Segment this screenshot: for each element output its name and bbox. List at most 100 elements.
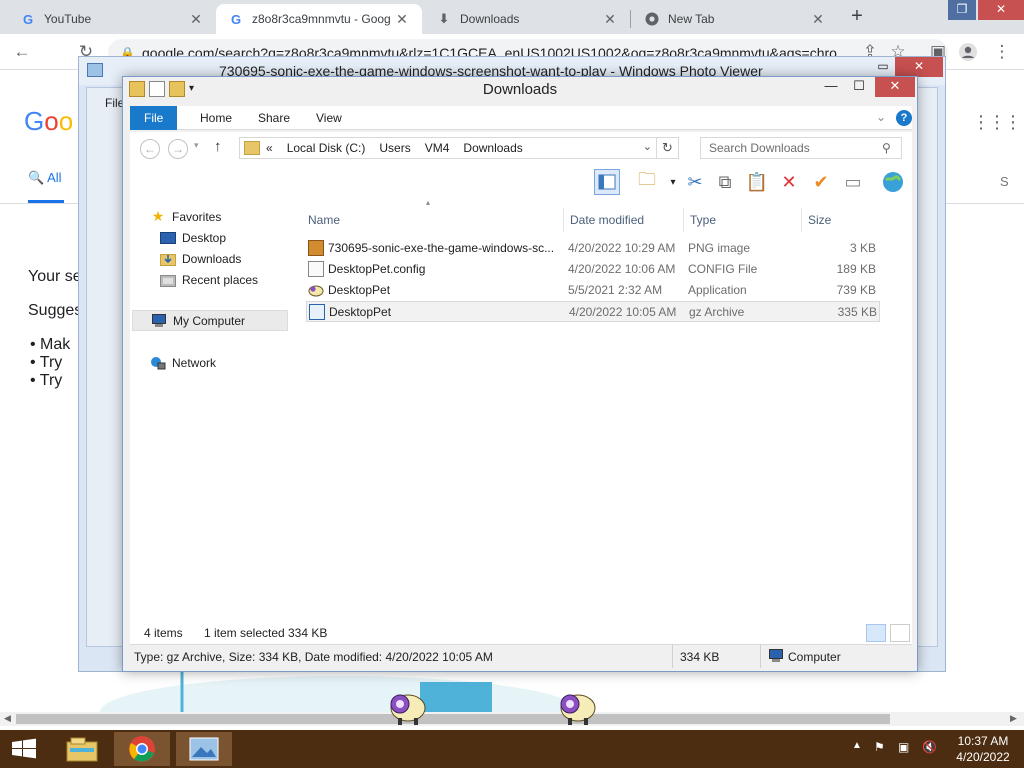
file-name: DesktopPet bbox=[329, 305, 392, 319]
paste-icon[interactable]: 📋 bbox=[744, 169, 770, 195]
bullet-text: Try bbox=[39, 354, 63, 371]
rename-icon[interactable]: ▭ bbox=[840, 169, 866, 195]
photo-viewer-close-button[interactable]: ✕ bbox=[895, 57, 943, 77]
recent-places-icon bbox=[160, 273, 176, 287]
back-arrow-icon[interactable]: ← bbox=[140, 139, 160, 159]
computer-icon bbox=[151, 313, 167, 328]
action-center-flag-icon[interactable]: ⚑ bbox=[874, 740, 885, 754]
nav-network[interactable]: Network bbox=[150, 352, 320, 373]
bullet-text: Mak bbox=[40, 336, 71, 353]
profile-icon[interactable] bbox=[958, 42, 978, 62]
help-icon[interactable]: ? bbox=[896, 110, 912, 126]
clock-date: 4/20/2022 bbox=[956, 750, 1010, 764]
nav-my-computer[interactable]: My Computer bbox=[132, 310, 288, 331]
chevron-down-icon[interactable]: ⌄ bbox=[643, 140, 652, 153]
page-illustration bbox=[100, 672, 580, 712]
taskbar-clock[interactable]: 10:37 AM 4/20/2022 bbox=[948, 733, 1018, 765]
checkmark-icon[interactable]: ✔ bbox=[808, 169, 834, 195]
refresh-icon[interactable]: ↻ bbox=[656, 138, 678, 158]
column-header-size[interactable]: Size bbox=[802, 208, 880, 232]
breadcrumb-overflow[interactable]: « bbox=[266, 141, 273, 155]
divider bbox=[672, 644, 673, 668]
file-row[interactable]: 730695-sonic-exe-the-game-windows-sc... … bbox=[306, 238, 880, 259]
sheep-pet-icon[interactable] bbox=[556, 688, 596, 726]
scrollbar-thumb[interactable] bbox=[16, 714, 890, 724]
scroll-right-icon[interactable]: ▶ bbox=[1010, 713, 1017, 724]
up-arrow-icon[interactable]: ↑ bbox=[214, 138, 222, 155]
divider bbox=[760, 644, 761, 668]
recent-locations-icon[interactable]: ▾ bbox=[194, 140, 199, 151]
delete-icon[interactable]: ✕ bbox=[776, 169, 802, 195]
new-tab-button[interactable]: + bbox=[846, 6, 868, 28]
search-input[interactable] bbox=[700, 137, 902, 159]
taskbar: ▲ ⚑ ▣ 🔇 10:37 AM 4/20/2022 bbox=[0, 730, 1024, 768]
volume-muted-icon[interactable]: 🔇 bbox=[922, 740, 937, 754]
tab-search[interactable]: G z8o8r3ca9mnmvtu - Goog ✕ bbox=[216, 4, 422, 34]
file-date: 5/5/2021 2:32 AM bbox=[568, 283, 663, 297]
properties-icon[interactable]: 🗀 bbox=[634, 169, 660, 195]
file-type: PNG image bbox=[688, 241, 751, 255]
tab-youtube[interactable]: G YouTube ✕ bbox=[8, 4, 216, 34]
maximize-icon[interactable]: ☐ bbox=[845, 77, 873, 97]
preview-pane-icon[interactable] bbox=[594, 169, 620, 195]
photo-viewer-taskbar-icon[interactable] bbox=[176, 732, 232, 766]
nav-favorites[interactable]: ★ Favorites bbox=[150, 206, 320, 227]
downloads-folder-icon bbox=[160, 252, 176, 266]
file-date: 4/20/2022 10:06 AM bbox=[568, 262, 676, 276]
restore-icon[interactable]: ❐ bbox=[948, 0, 976, 20]
search-icon: 🔍 bbox=[28, 170, 45, 185]
tab-share[interactable]: Share bbox=[244, 106, 304, 130]
horizontal-scrollbar[interactable]: ◀ ▶ bbox=[0, 712, 1024, 726]
tab-home[interactable]: Home bbox=[186, 106, 246, 130]
start-button[interactable] bbox=[0, 732, 48, 766]
close-icon[interactable]: ✕ bbox=[188, 11, 204, 28]
file-row[interactable]: DesktopPet 5/5/2021 2:32 AM Application … bbox=[306, 280, 880, 301]
forward-arrow-icon[interactable]: → bbox=[168, 139, 188, 159]
copy-icon[interactable]: ⧉ bbox=[712, 169, 738, 195]
back-arrow-icon[interactable]: ← bbox=[12, 42, 32, 62]
your-search-text: Your se bbox=[28, 268, 82, 285]
nav-label: Downloads bbox=[182, 251, 242, 266]
photo-viewer-app-icon bbox=[87, 63, 103, 77]
search-tab-all[interactable]: 🔍 All bbox=[28, 170, 62, 186]
minimize-icon[interactable]: — bbox=[817, 77, 845, 97]
item-count: 4 items bbox=[144, 626, 183, 640]
minimize-icon[interactable]: ▭ bbox=[869, 57, 897, 77]
close-window-button[interactable]: ✕ bbox=[978, 0, 1024, 20]
column-header-date[interactable]: Date modified bbox=[564, 208, 684, 232]
file-explorer-taskbar-icon[interactable] bbox=[54, 732, 110, 766]
globe-icon[interactable] bbox=[880, 169, 906, 195]
breadcrumb-local-disk[interactable]: Local Disk (C:) bbox=[287, 141, 366, 155]
expand-ribbon-icon[interactable]: ⌄ bbox=[876, 110, 886, 124]
breadcrumb-users[interactable]: Users bbox=[379, 141, 410, 155]
network-icon bbox=[150, 356, 166, 370]
tab-file[interactable]: File bbox=[130, 106, 178, 130]
address-bar[interactable]: « Local Disk (C:) Users VM4 Downloads ⌄ … bbox=[239, 137, 679, 159]
tab-label: YouTube bbox=[44, 12, 92, 26]
tab-new-tab[interactable]: New Tab ✕ bbox=[632, 4, 838, 34]
sheep-pet-icon[interactable] bbox=[386, 688, 426, 726]
tab-downloads[interactable]: ⬇ Downloads ✕ bbox=[424, 4, 630, 34]
details-view-icon[interactable] bbox=[866, 624, 886, 642]
cut-icon[interactable]: ✂ bbox=[682, 169, 708, 195]
network-status-icon[interactable]: ▣ bbox=[898, 740, 909, 754]
show-hidden-icons-icon[interactable]: ▲ bbox=[852, 740, 862, 751]
sheep-app-icon bbox=[308, 282, 324, 298]
large-icons-view-icon[interactable] bbox=[890, 624, 910, 642]
breadcrumb-vm4[interactable]: VM4 bbox=[425, 141, 450, 155]
breadcrumb-downloads[interactable]: Downloads bbox=[463, 141, 522, 155]
scroll-left-icon[interactable]: ◀ bbox=[4, 713, 11, 724]
apps-grid-icon[interactable]: ⋮⋮⋮ bbox=[972, 112, 1022, 133]
status-bar: 4 items 1 item selected 334 KB bbox=[130, 622, 912, 644]
tab-view[interactable]: View bbox=[302, 106, 356, 130]
close-icon[interactable]: ✕ bbox=[602, 11, 618, 28]
chrome-taskbar-icon[interactable] bbox=[114, 732, 170, 766]
file-row-selected[interactable]: DesktopPet 4/20/2022 10:05 AM gz Archive… bbox=[306, 301, 880, 322]
menu-dots-icon[interactable]: ⋮ bbox=[992, 42, 1012, 62]
file-row[interactable]: DesktopPet.config 4/20/2022 10:06 AM CON… bbox=[306, 259, 880, 280]
close-icon[interactable]: ✕ bbox=[394, 11, 410, 28]
explorer-close-button[interactable]: ✕ bbox=[875, 77, 915, 97]
close-icon[interactable]: ✕ bbox=[810, 11, 826, 28]
column-header-type[interactable]: Type bbox=[684, 208, 802, 232]
column-header-name[interactable]: Name bbox=[302, 208, 564, 232]
